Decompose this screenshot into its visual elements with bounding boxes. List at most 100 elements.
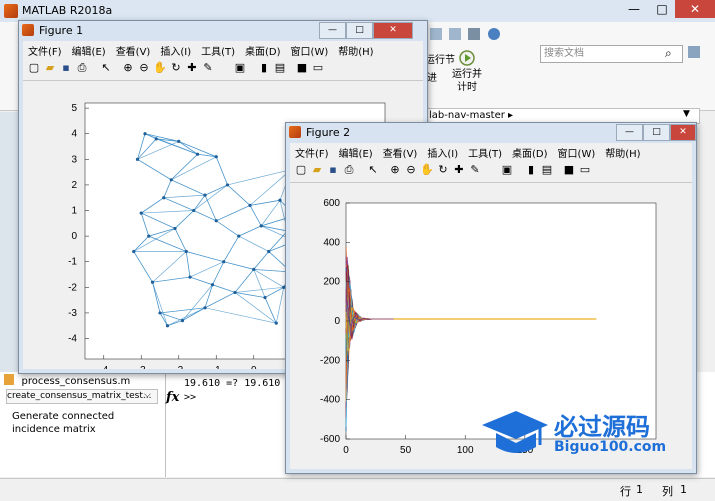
- legend-icon[interactable]: ▤: [540, 163, 554, 177]
- rotate-icon[interactable]: ↻: [169, 61, 183, 75]
- rotate-icon[interactable]: ↻: [436, 163, 450, 177]
- print-icon[interactable]: ⎙: [342, 163, 356, 177]
- menu-file[interactable]: 文件(F): [23, 41, 67, 58]
- y-tick-label: -200: [320, 355, 340, 366]
- quick-icon-1[interactable]: [430, 28, 442, 40]
- y-tick-label: -1: [68, 257, 77, 268]
- m-file-icon: [4, 374, 14, 385]
- figure2-menubar: 文件(F) 编辑(E) 查看(V) 插入(I) 工具(T) 桌面(D) 窗口(W) 帮助(H): [290, 143, 692, 160]
- menu-view[interactable]: 查看(V): [111, 41, 156, 58]
- graph-node: [158, 311, 162, 315]
- pan-icon[interactable]: ✋: [153, 61, 167, 75]
- colorbar-icon[interactable]: ▮: [524, 163, 538, 177]
- quick-icon-3[interactable]: [468, 28, 481, 40]
- path-arrow-icon[interactable]: ▸: [508, 110, 513, 121]
- col-value: 1: [680, 483, 687, 496]
- menu-tools[interactable]: 工具(T): [196, 41, 240, 58]
- menu-insert[interactable]: 插入(I): [155, 41, 196, 58]
- search-icon[interactable]: ⌕: [665, 46, 672, 61]
- pan-icon[interactable]: ✋: [420, 163, 434, 177]
- search-input[interactable]: 搜索文档: [540, 45, 683, 63]
- colorbar-icon[interactable]: ▮: [257, 61, 271, 75]
- brush-icon[interactable]: ✎: [201, 61, 215, 75]
- new-figure-icon[interactable]: ▢: [294, 163, 308, 177]
- chevron-down-icon[interactable]: ⌵: [144, 390, 151, 400]
- help-icon[interactable]: [487, 28, 500, 40]
- run-section-label[interactable]: 运行节: [425, 54, 455, 67]
- zoom-in-icon[interactable]: ⊕: [388, 163, 402, 177]
- brush-icon[interactable]: ✎: [468, 163, 482, 177]
- figure2-minimize-icon[interactable]: —: [616, 124, 643, 141]
- x-tick-label: 50: [400, 445, 412, 456]
- menu-desktop[interactable]: 桌面(D): [240, 41, 286, 58]
- figure2-title: Figure 2: [306, 126, 351, 139]
- save-icon[interactable]: ▪: [326, 163, 340, 177]
- figure-logo-icon: [22, 24, 34, 36]
- figure2-maximize-icon[interactable]: □: [643, 124, 670, 141]
- command-prompt: >>: [184, 392, 197, 403]
- open-file-icon[interactable]: ▰: [310, 163, 324, 177]
- zoom-in-icon[interactable]: ⊕: [121, 61, 135, 75]
- menu-help[interactable]: 帮助(H): [600, 143, 645, 160]
- zoom-out-icon[interactable]: ⊖: [137, 61, 151, 75]
- menu-edit[interactable]: 编辑(E): [67, 41, 111, 58]
- show-plot-tools-icon[interactable]: ▭: [578, 163, 592, 177]
- minimize-icon[interactable]: —: [620, 0, 648, 18]
- show-plot-tools-icon[interactable]: ▭: [311, 61, 325, 75]
- figure1-toolbar: ▢ ▰ ▪ ⎙ ↖ ⊕ ⊖ ✋ ↻ ✚ ✎ ▣ ▮ ▤ ■ ▭: [23, 58, 423, 81]
- zoom-out-icon[interactable]: ⊖: [404, 163, 418, 177]
- data-cursor-icon[interactable]: ✚: [452, 163, 466, 177]
- figure2-close-icon[interactable]: ✕: [670, 124, 696, 141]
- data-cursor-icon[interactable]: ✚: [185, 61, 199, 75]
- file-details-dropdown[interactable]: create_consensus_matrix_test...: [6, 389, 158, 404]
- path-dropdown-icon[interactable]: ▼: [683, 109, 690, 119]
- ribbon-collapse-icon[interactable]: [688, 46, 700, 58]
- run-and-time-label-1[interactable]: 运行并: [450, 68, 484, 81]
- legend-icon[interactable]: ▤: [273, 61, 287, 75]
- pointer-icon[interactable]: ↖: [99, 61, 113, 75]
- pointer-icon[interactable]: ↖: [366, 163, 380, 177]
- graph-node: [225, 183, 230, 187]
- hide-plot-tools-icon[interactable]: ■: [295, 61, 309, 75]
- file-list-item[interactable]: process_consensus.m: [4, 374, 154, 388]
- link-plot-icon[interactable]: ▣: [233, 61, 247, 75]
- menu-desktop[interactable]: 桌面(D): [507, 143, 553, 160]
- graduation-cap-icon: [482, 411, 548, 453]
- graph-node: [248, 203, 252, 207]
- link-plot-icon[interactable]: ▣: [500, 163, 514, 177]
- y-tick-label: -400: [320, 395, 340, 406]
- y-tick-label: 400: [323, 237, 340, 248]
- menu-tools[interactable]: 工具(T): [463, 143, 507, 160]
- fx-icon[interactable]: fx: [166, 390, 179, 405]
- run-and-time-label-2[interactable]: 计时: [450, 81, 484, 94]
- graph-node: [169, 178, 173, 182]
- x-tick-label: 100: [457, 445, 474, 456]
- graph-node: [233, 290, 237, 295]
- path-text: lab-nav-master: [429, 110, 505, 121]
- run-and-time-icon[interactable]: [458, 46, 476, 68]
- maximize-icon[interactable]: □: [648, 0, 676, 18]
- open-file-icon[interactable]: ▰: [43, 61, 57, 75]
- menu-window[interactable]: 窗口(W): [286, 41, 334, 58]
- menu-help[interactable]: 帮助(H): [333, 41, 378, 58]
- hide-plot-tools-icon[interactable]: ■: [562, 163, 576, 177]
- graph-node: [214, 219, 218, 223]
- menu-edit[interactable]: 编辑(E): [334, 143, 378, 160]
- menu-window[interactable]: 窗口(W): [553, 143, 601, 160]
- figure1-maximize-icon[interactable]: □: [346, 22, 373, 39]
- graph-node: [165, 324, 170, 328]
- graph-node: [203, 306, 207, 310]
- menu-insert[interactable]: 插入(I): [422, 143, 463, 160]
- save-icon[interactable]: ▪: [59, 61, 73, 75]
- y-tick-label: -4: [68, 334, 77, 345]
- graph-node: [274, 321, 278, 325]
- quick-icon-2[interactable]: [449, 28, 462, 40]
- close-icon[interactable]: ✕: [675, 0, 715, 18]
- print-icon[interactable]: ⎙: [75, 61, 89, 75]
- figure1-minimize-icon[interactable]: —: [319, 22, 346, 39]
- menu-view[interactable]: 查看(V): [378, 143, 423, 160]
- new-figure-icon[interactable]: ▢: [27, 61, 41, 75]
- row-label: 行: [620, 485, 631, 498]
- figure1-close-icon[interactable]: ✕: [373, 22, 413, 39]
- menu-file[interactable]: 文件(F): [290, 143, 334, 160]
